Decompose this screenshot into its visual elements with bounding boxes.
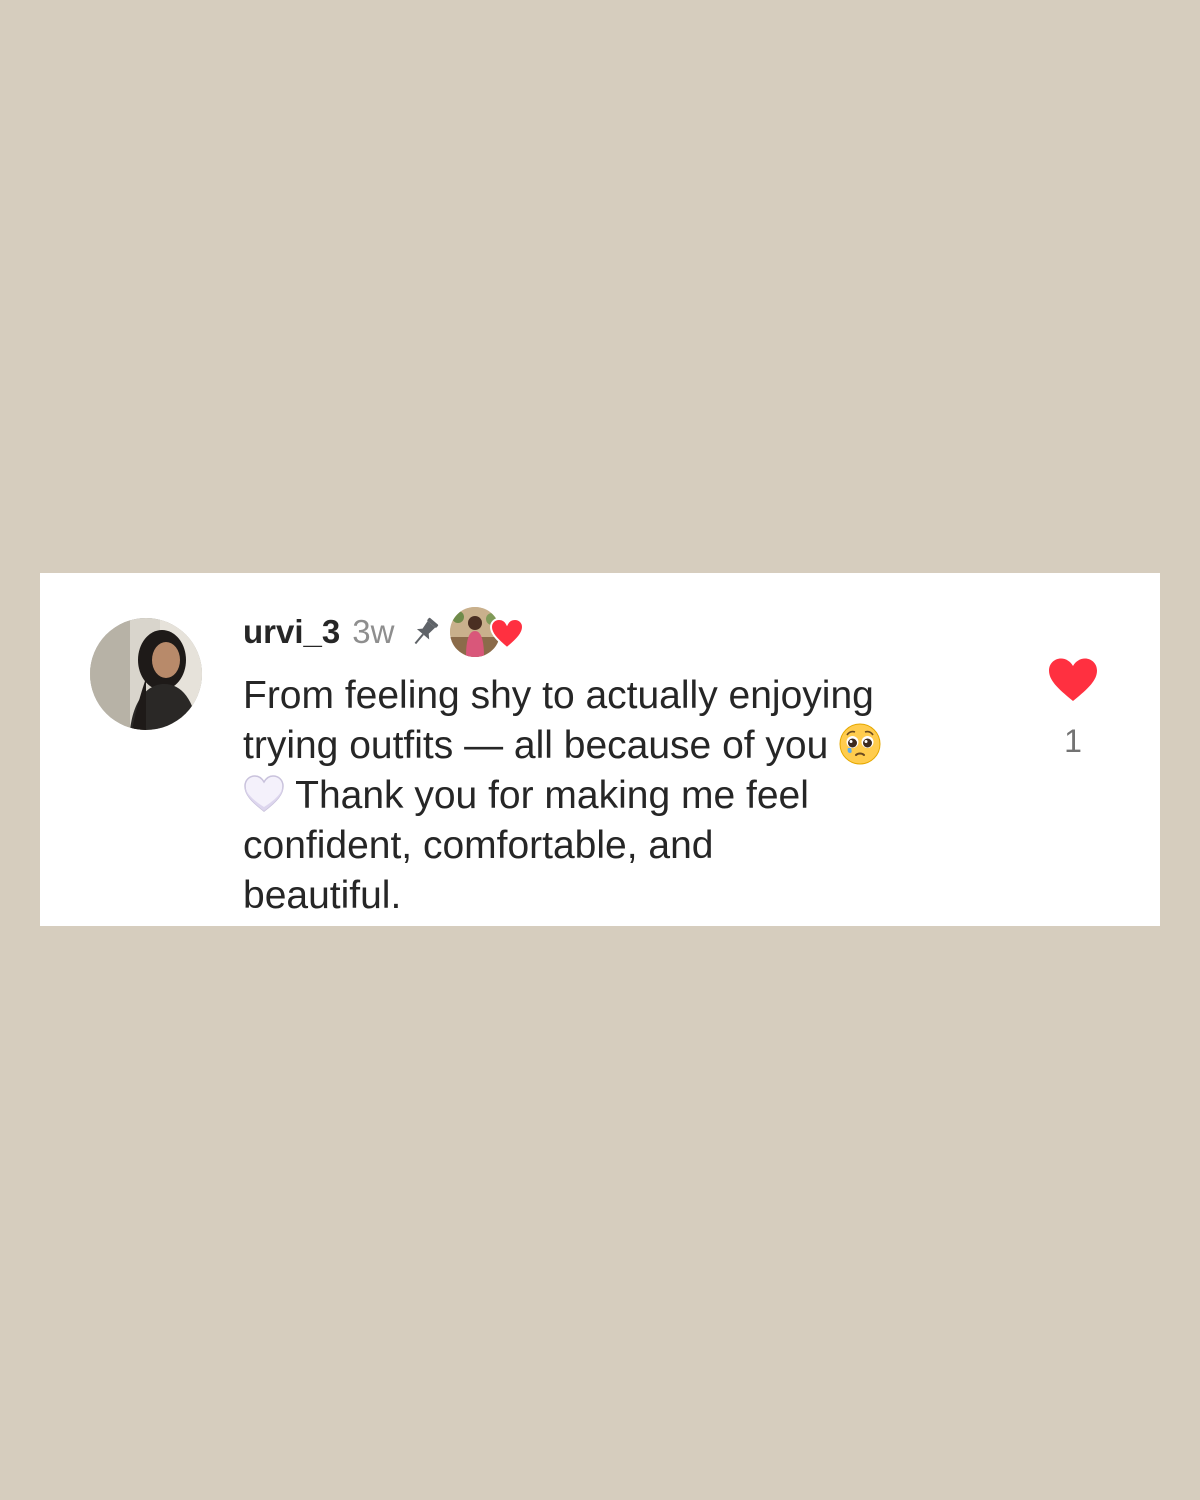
user-avatar[interactable] (90, 618, 202, 730)
like-section: 1 (1046, 657, 1100, 760)
comment-card: urvi_3 3w From feeling shy to actually e… (40, 573, 1160, 926)
pin-icon (408, 615, 442, 649)
avatar-photo-icon (90, 618, 202, 730)
white-heart-emoji-icon (243, 773, 285, 815)
author-heart-icon (490, 617, 525, 650)
liked-by-author-badge (450, 606, 526, 658)
comment-line-with-emoji: trying outfits — all because of you (243, 721, 1023, 771)
comment-line-with-emoji: Thank you for making me feel (243, 771, 1023, 821)
timestamp: 3w (352, 613, 395, 650)
heart-icon[interactable] (1047, 657, 1099, 703)
comment-line: Thank you for making me feel (295, 774, 809, 817)
comment-line: confident, comfortable, and (243, 824, 714, 867)
pleading-face-emoji-icon (839, 723, 881, 765)
comment-line: trying outfits — all because of you (243, 724, 829, 767)
comment-line: beautiful. (243, 874, 402, 917)
like-count: 1 (1064, 723, 1082, 759)
comment-text: From feeling shy to actually enjoying tr… (243, 671, 1023, 921)
comment-line: From feeling shy to actually enjoying (243, 674, 874, 717)
comment-header: urvi_3 3w (243, 606, 526, 658)
username[interactable]: urvi_3 (243, 613, 340, 651)
